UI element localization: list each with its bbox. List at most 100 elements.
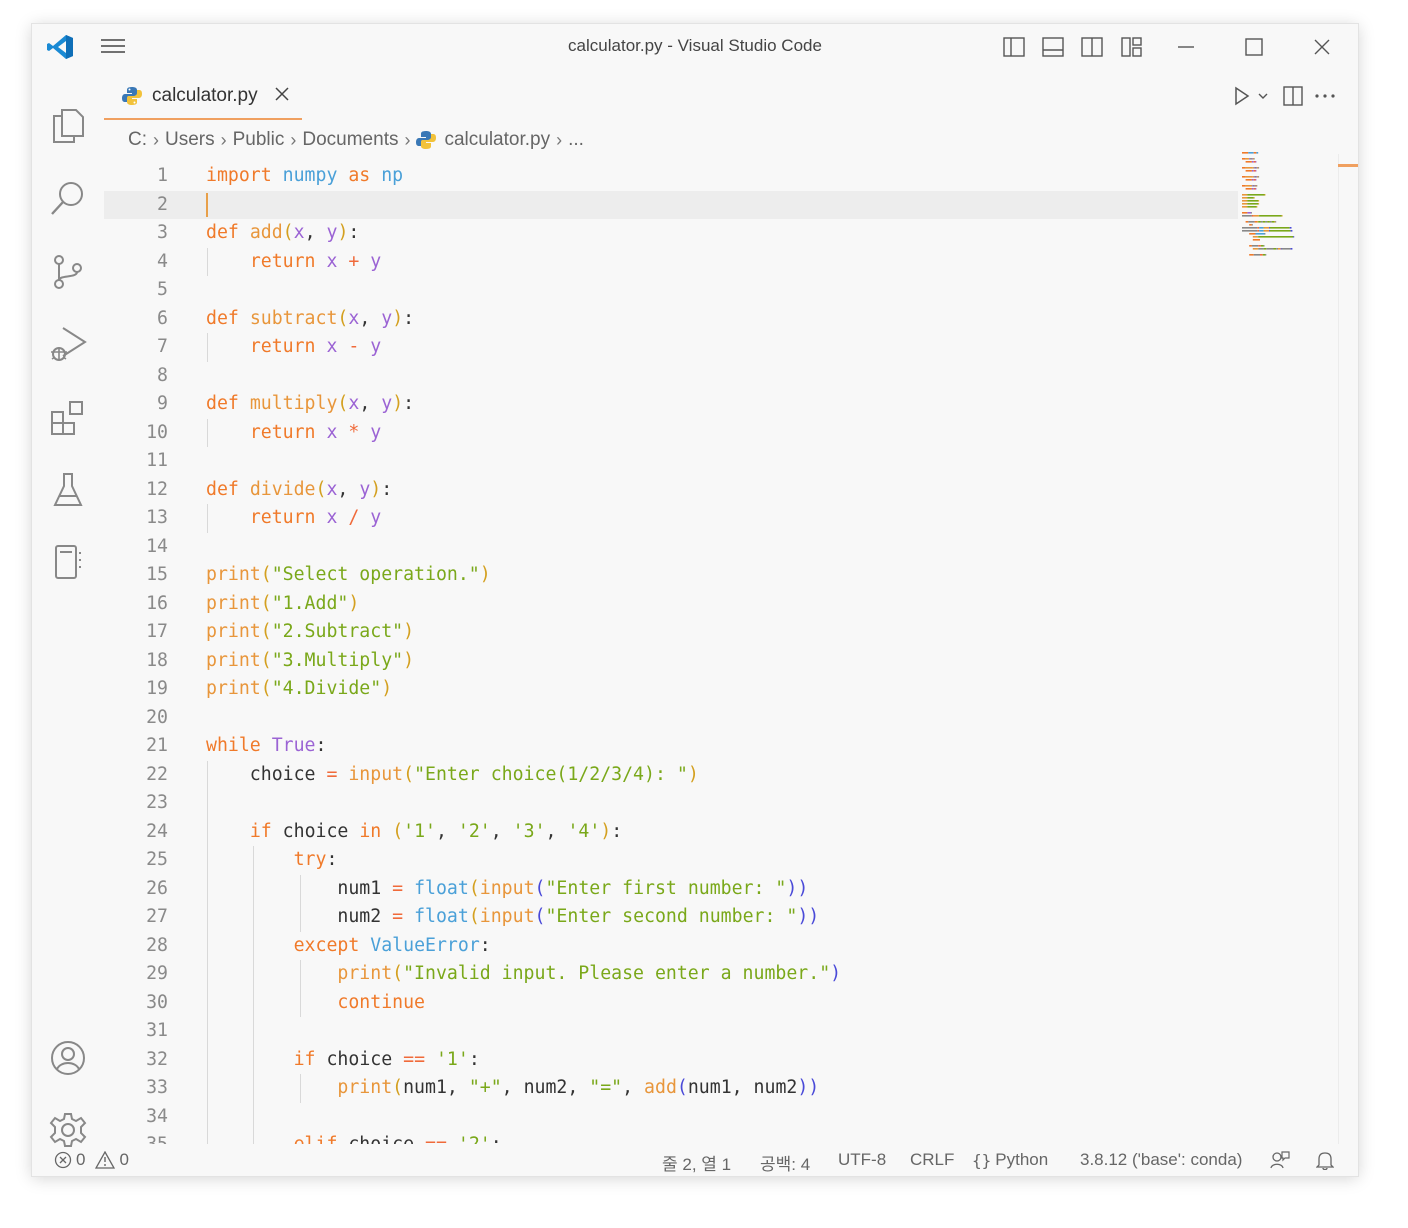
code-line[interactable]: 35 elif choice == '2': xyxy=(104,1131,1238,1144)
maximize-icon[interactable] xyxy=(1242,36,1266,58)
accounts-icon[interactable] xyxy=(48,1038,88,1078)
cursor-position[interactable]: 줄 2, 열 1 xyxy=(662,1150,731,1175)
breadcrumb-users[interactable]: Users xyxy=(165,129,215,151)
customize-layout-icon[interactable] xyxy=(1120,36,1144,58)
feedback-icon[interactable] xyxy=(1270,1150,1290,1170)
minimap-token xyxy=(1264,227,1269,229)
python-interpreter[interactable]: 3.8.12 ('base': conda) xyxy=(1080,1150,1242,1170)
breadcrumb-more[interactable]: ... xyxy=(568,129,584,151)
line-number: 25 xyxy=(146,849,168,870)
testing-icon[interactable] xyxy=(48,470,88,510)
minimap-token xyxy=(1259,227,1264,229)
extensions-icon[interactable] xyxy=(48,398,88,438)
minimap-token xyxy=(1246,206,1248,208)
minimap-token xyxy=(1247,206,1257,208)
minimap-token xyxy=(1247,212,1251,214)
line-number: 23 xyxy=(146,792,168,813)
vscode-window: calculator.py - Visual Studio Code calcu… xyxy=(32,24,1358,1176)
minimap-token xyxy=(1257,227,1260,229)
code-line[interactable]: 12 def divide(x, y): xyxy=(104,476,1238,504)
encoding-setting[interactable]: UTF-8 xyxy=(838,1150,886,1170)
code-line[interactable]: 14 xyxy=(104,533,1238,561)
indentation-setting[interactable]: 공백: 4 xyxy=(760,1150,810,1175)
source-control-icon[interactable] xyxy=(48,252,88,292)
code-line[interactable]: 31 xyxy=(104,1017,1238,1046)
code-line[interactable]: 26 num1 = float(input("Enter first numbe… xyxy=(104,874,1238,903)
code-line[interactable]: 28 except ValueError: xyxy=(104,931,1238,960)
breadcrumb-drive[interactable]: C: xyxy=(128,129,147,151)
code-line[interactable]: 17 print("2.Subtract") xyxy=(104,618,1238,646)
split-editor-icon[interactable] xyxy=(1280,84,1306,108)
notebook-icon[interactable] xyxy=(48,542,88,582)
toggle-primary-sidebar-icon[interactable] xyxy=(1002,36,1026,58)
code-line[interactable]: 6 def subtract(x, y): xyxy=(104,305,1238,333)
code-line[interactable]: 25 try: xyxy=(104,846,1238,875)
toggle-secondary-sidebar-icon[interactable] xyxy=(1080,36,1104,58)
minimap-token xyxy=(1251,212,1252,214)
code-line[interactable]: 4 return x + y xyxy=(104,247,1238,276)
minimize-icon[interactable] xyxy=(1174,36,1198,58)
code-line[interactable]: 15 print("Select operation.") xyxy=(104,561,1238,589)
code-line[interactable]: 27 num2 = float(input("Enter second numb… xyxy=(104,903,1238,932)
code-token: ( xyxy=(337,307,349,329)
toggle-panel-icon[interactable] xyxy=(1041,36,1065,58)
code-line[interactable]: 21 while True: xyxy=(104,732,1238,760)
code-line[interactable]: 3 def add(x, y): xyxy=(104,219,1238,247)
minimap-token xyxy=(1256,176,1258,178)
minimap-token xyxy=(1251,188,1254,190)
code-token: print xyxy=(206,592,261,614)
code-line[interactable]: 8 xyxy=(104,362,1238,390)
close-window-icon[interactable] xyxy=(1310,36,1334,58)
code-line[interactable]: 23 xyxy=(104,789,1238,818)
code-line[interactable]: 18 print("3.Multiply") xyxy=(104,647,1238,675)
minimap-token xyxy=(1264,194,1266,196)
minimap-token xyxy=(1245,170,1252,172)
code-line[interactable]: 33 print(num1, "+", num2, "=", add(num1,… xyxy=(104,1074,1238,1103)
code-line[interactable]: 20 xyxy=(104,704,1238,732)
code-line[interactable]: 7 return x - y xyxy=(104,333,1238,362)
code-line[interactable]: 30 continue xyxy=(104,988,1238,1017)
line-number: 35 xyxy=(104,1131,168,1144)
run-python-file-icon[interactable] xyxy=(1230,84,1274,108)
code-line[interactable]: 19 print("4.Divide") xyxy=(104,675,1238,703)
run-and-debug-icon[interactable] xyxy=(48,324,88,364)
minimap-token xyxy=(1281,215,1283,217)
code-line[interactable]: 9 def multiply(x, y): xyxy=(104,390,1238,418)
code-line[interactable]: 1 import numpy as np xyxy=(104,162,1238,190)
vertical-scrollbar[interactable] xyxy=(1338,154,1358,1144)
breadcrumb-file[interactable]: calculator.py xyxy=(416,129,550,151)
code-editor[interactable]: 1 import numpy as np 2 3 def add(x, y): 4 ret… xyxy=(104,156,1238,1144)
language-mode[interactable]: {} Python xyxy=(972,1150,1048,1170)
code-line[interactable]: 32 if choice == '1': xyxy=(104,1045,1238,1074)
code-line[interactable]: 11 xyxy=(104,447,1238,475)
code-text: def add(x, y): xyxy=(206,219,359,247)
problems-indicator[interactable]: 0 0 xyxy=(54,1150,129,1170)
code-line[interactable]: 34 xyxy=(104,1102,1238,1131)
notifications-bell-icon[interactable] xyxy=(1316,1150,1334,1170)
breadcrumb-documents[interactable]: Documents xyxy=(302,129,398,151)
code-token: continue xyxy=(337,991,426,1013)
breadcrumb-public[interactable]: Public xyxy=(233,129,285,151)
minimap[interactable] xyxy=(1238,150,1328,290)
minimap-token xyxy=(1251,158,1253,160)
explorer-icon[interactable] xyxy=(48,104,88,144)
code-text: elif choice == '2': xyxy=(206,1131,502,1144)
code-line[interactable]: 5 xyxy=(104,276,1238,304)
code-token: ) xyxy=(687,763,699,785)
code-line[interactable]: 22 choice = input("Enter choice(1/2/3/4)… xyxy=(104,760,1238,789)
close-tab-icon[interactable] xyxy=(274,86,290,107)
code-line[interactable]: 24 if choice in ('1', '2', '3', '4'): xyxy=(104,817,1238,846)
code-line[interactable]: 16 print("1.Add") xyxy=(104,590,1238,618)
code-line[interactable]: 2 xyxy=(104,190,1238,219)
eol-setting[interactable]: CRLF xyxy=(910,1150,954,1170)
code-line[interactable]: 10 return x * y xyxy=(104,418,1238,447)
minimap-token xyxy=(1242,200,1247,202)
text-cursor xyxy=(206,192,208,217)
search-icon[interactable] xyxy=(48,178,88,218)
more-actions-icon[interactable] xyxy=(1312,84,1338,108)
tab-calculator-py[interactable]: calculator.py xyxy=(104,72,302,120)
code-line[interactable]: 29 print("Invalid input. Please enter a … xyxy=(104,960,1238,989)
minimap-token xyxy=(1281,248,1291,250)
code-line[interactable]: 13 return x / y xyxy=(104,504,1238,533)
